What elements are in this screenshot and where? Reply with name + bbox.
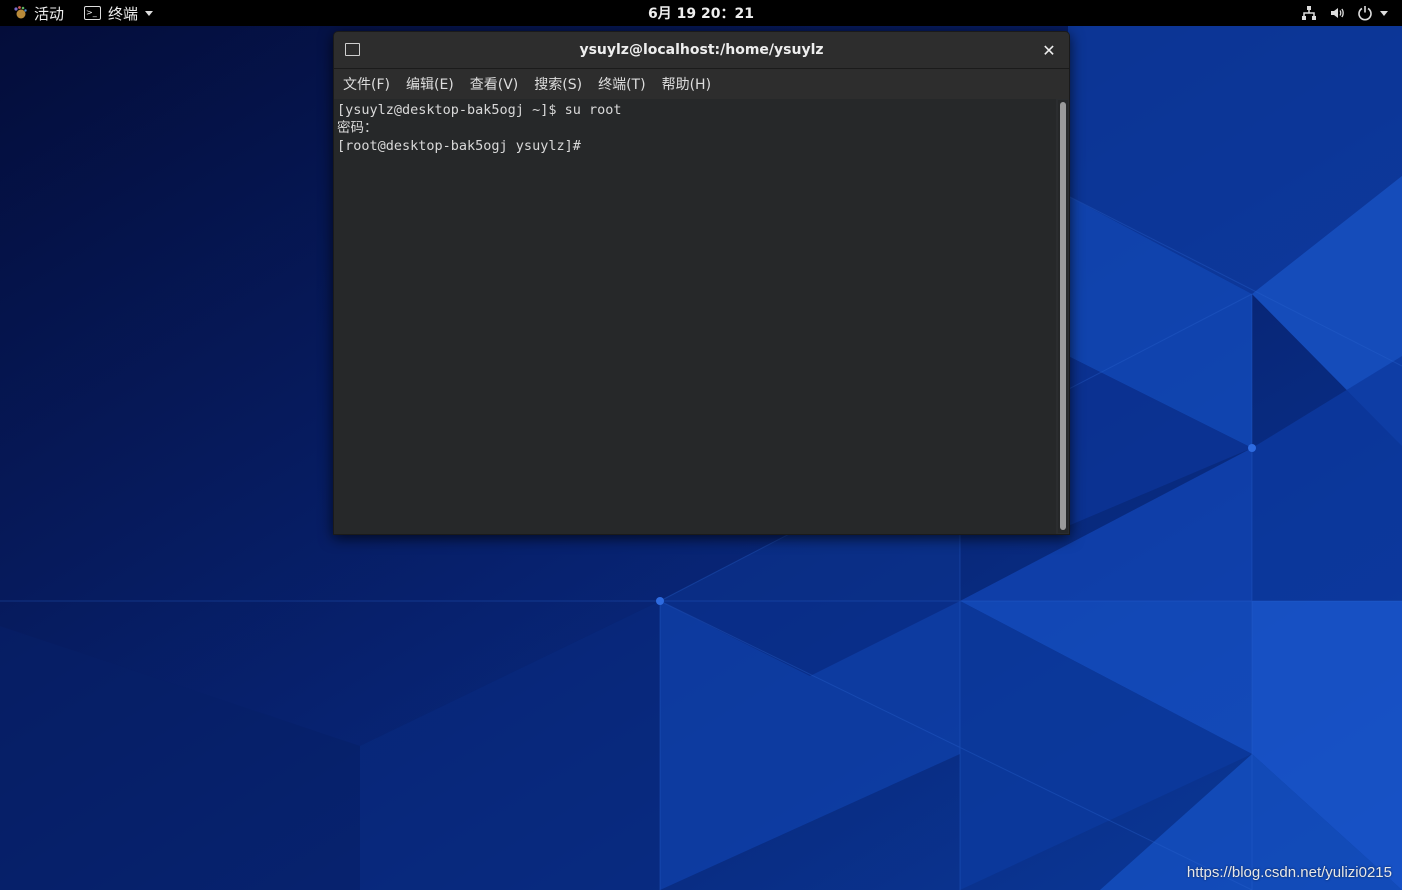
menu-file[interactable]: 文件(F) bbox=[334, 74, 398, 94]
activities-label: 活动 bbox=[34, 4, 65, 23]
app-menu-button[interactable]: >_ 终端 bbox=[84, 0, 154, 26]
system-status-menu[interactable] bbox=[1289, 0, 1388, 26]
text-cursor bbox=[581, 137, 589, 152]
menu-edit[interactable]: 编辑(E) bbox=[398, 74, 462, 94]
menu-bar: 文件(F) 编辑(E) 查看(V) 搜索(S) 终端(T) 帮助(H) bbox=[334, 69, 1069, 99]
menu-help[interactable]: 帮助(H) bbox=[654, 74, 719, 94]
terminal-output[interactable]: [ysuylz@desktop-bak5ogj ~]$ su root 密码： [r… bbox=[334, 99, 1056, 534]
activities-button[interactable]: 活动 bbox=[12, 0, 64, 26]
window-titlebar[interactable]: ysuylz@localhost:/home/ysuylz ✕ bbox=[334, 32, 1069, 69]
chevron-down-icon bbox=[145, 10, 154, 16]
chevron-down-icon bbox=[1380, 10, 1388, 16]
top-bar: 活动 >_ 终端 6月 19 20：21 bbox=[0, 0, 1402, 26]
watermark-text: https://blog.csdn.net/yulizi0215 bbox=[1186, 864, 1392, 881]
terminal-icon: >_ bbox=[84, 6, 101, 20]
menu-view[interactable]: 查看(V) bbox=[462, 74, 527, 94]
network-icon bbox=[1302, 6, 1316, 20]
terminal-line: [ysuylz@desktop-bak5ogj ~]$ su root bbox=[337, 102, 622, 118]
terminal-line: [root@desktop-bak5ogj ysuylz]# bbox=[337, 138, 581, 154]
terminal-icon bbox=[345, 43, 360, 56]
terminal-prompt-line: [root@desktop-bak5ogj ysuylz]# bbox=[337, 137, 1056, 155]
terminal-window[interactable]: ysuylz@localhost:/home/ysuylz ✕ 文件(F) 编辑… bbox=[333, 31, 1070, 535]
app-menu-label: 终端 bbox=[108, 4, 139, 23]
menu-search[interactable]: 搜索(S) bbox=[526, 74, 590, 94]
clock-button[interactable]: 6月 19 20：21 bbox=[648, 3, 754, 23]
gnome-foot-icon bbox=[14, 6, 27, 19]
close-button[interactable]: ✕ bbox=[1039, 40, 1059, 60]
menu-terminal[interactable]: 终端(T) bbox=[590, 74, 653, 94]
volume-icon bbox=[1331, 8, 1344, 18]
vertical-scrollbar[interactable] bbox=[1058, 100, 1068, 533]
scrollbar-thumb[interactable] bbox=[1060, 102, 1066, 530]
window-title: ysuylz@localhost:/home/ysuylz bbox=[579, 42, 824, 58]
power-icon bbox=[1358, 6, 1372, 21]
terminal-line: 密码： bbox=[337, 120, 378, 136]
